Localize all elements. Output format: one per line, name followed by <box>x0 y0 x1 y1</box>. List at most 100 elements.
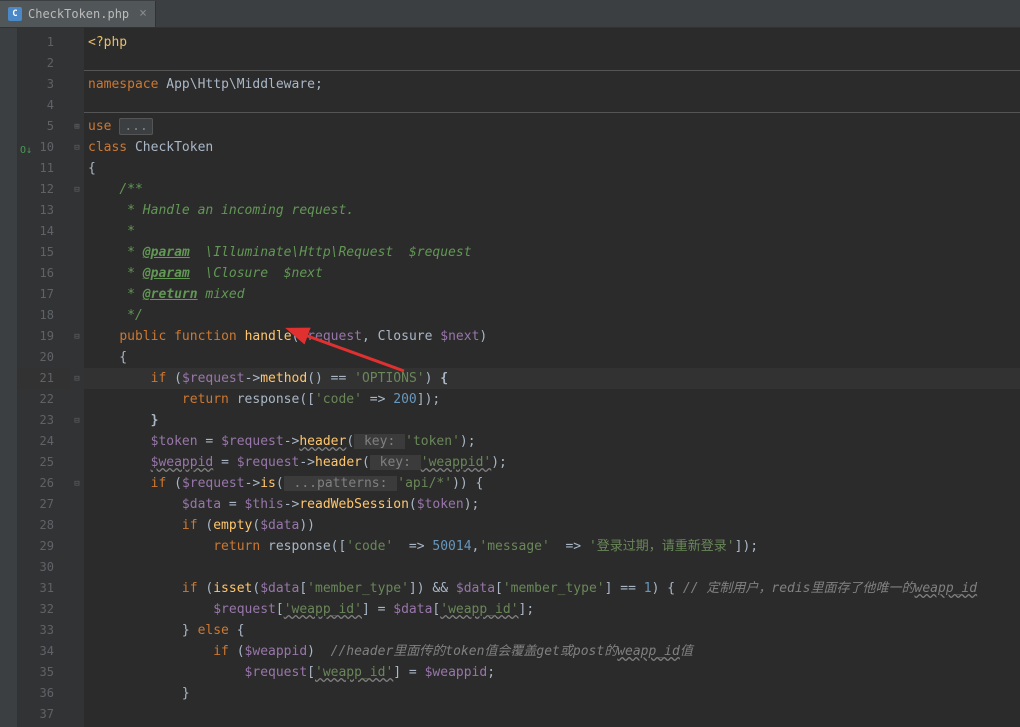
fold-icon <box>70 347 84 368</box>
code-line[interactable]: public function handle($request, Closure… <box>84 326 1020 347</box>
code-line[interactable] <box>84 95 1020 116</box>
line-number[interactable]: 13 <box>18 200 70 221</box>
line-number[interactable]: 19 <box>18 326 70 347</box>
fold-icon[interactable]: ⊟ <box>70 137 84 158</box>
code-line[interactable]: $data = $this->readWebSession($token); <box>84 494 1020 515</box>
code-line[interactable]: * @param \Illuminate\Http\Request $reque… <box>84 242 1020 263</box>
line-number[interactable]: 25 <box>18 452 70 473</box>
code-line[interactable]: namespace App\Http\Middleware; <box>84 74 1020 95</box>
code-line[interactable]: * @return mixed <box>84 284 1020 305</box>
code-line[interactable]: if ($request->is( ...patterns: 'api/*'))… <box>84 473 1020 494</box>
fold-icon[interactable]: ⊟ <box>70 473 84 494</box>
fold-icon <box>70 200 84 221</box>
separator <box>84 112 1020 113</box>
line-number[interactable]: 20 <box>18 347 70 368</box>
code-line[interactable]: $request['weapp_id'] = $data['weapp_id']… <box>84 599 1020 620</box>
code-line[interactable]: return response(['code' => 50014,'messag… <box>84 536 1020 557</box>
fold-icon <box>70 662 84 683</box>
fold-icon <box>70 494 84 515</box>
fold-icon <box>70 32 84 53</box>
fold-icon[interactable]: ⊟ <box>70 179 84 200</box>
line-number[interactable]: 35 <box>18 662 70 683</box>
code-line[interactable]: * @param \Closure $next <box>84 263 1020 284</box>
code-line[interactable]: if (empty($data)) <box>84 515 1020 536</box>
code-line[interactable]: class CheckToken <box>84 137 1020 158</box>
fold-icon <box>70 263 84 284</box>
line-number[interactable]: 29 <box>18 536 70 557</box>
code-line[interactable]: 💡 if ($request->method() == 'OPTIONS') { <box>84 368 1020 389</box>
tab-checktoken[interactable]: C CheckToken.php × <box>0 1 156 27</box>
code-area[interactable]: <?php namespace App\Http\Middleware; use… <box>84 28 1020 727</box>
code-line[interactable]: */ <box>84 305 1020 326</box>
code-line[interactable]: } else { <box>84 620 1020 641</box>
fold-icon <box>70 284 84 305</box>
code-line[interactable] <box>84 557 1020 578</box>
left-strip <box>0 28 18 727</box>
line-number[interactable]: 15 <box>18 242 70 263</box>
line-number[interactable]: 32 <box>18 599 70 620</box>
code-line[interactable]: use ... <box>84 116 1020 137</box>
code-line[interactable]: $weappid = $request->header( key: 'weapp… <box>84 452 1020 473</box>
code-line[interactable]: } <box>84 683 1020 704</box>
code-line[interactable]: /** <box>84 179 1020 200</box>
line-number[interactable]: 26 <box>18 473 70 494</box>
line-number[interactable]: 5 <box>18 116 70 137</box>
line-number[interactable]: 23 <box>18 410 70 431</box>
line-number[interactable]: 11 <box>18 158 70 179</box>
code-line[interactable]: * <box>84 221 1020 242</box>
folded-code[interactable]: ... <box>119 118 152 135</box>
code-line[interactable]: if ($weappid) //header里面传的token值会覆盖get或p… <box>84 641 1020 662</box>
line-number[interactable]: 21 <box>18 368 70 389</box>
code-line[interactable]: $token = $request->header( key: 'token')… <box>84 431 1020 452</box>
fold-icon <box>70 704 84 725</box>
fold-icon[interactable]: ⊟ <box>70 326 84 347</box>
line-number[interactable]: 12 <box>18 179 70 200</box>
code-line[interactable]: if (isset($data['member_type']) && $data… <box>84 578 1020 599</box>
fold-icon <box>70 599 84 620</box>
line-number[interactable]: 37 <box>18 704 70 725</box>
line-number[interactable]: 17 <box>18 284 70 305</box>
line-number[interactable]: 28 <box>18 515 70 536</box>
line-number[interactable]: 18 <box>18 305 70 326</box>
line-number[interactable]: 31 <box>18 578 70 599</box>
fold-icon[interactable]: ⊟ <box>70 410 84 431</box>
line-number[interactable]: 34 <box>18 641 70 662</box>
line-number[interactable]: 22 <box>18 389 70 410</box>
line-number[interactable]: 30 <box>18 557 70 578</box>
code-line[interactable] <box>84 704 1020 725</box>
fold-icon <box>70 221 84 242</box>
line-number[interactable]: 3 <box>18 74 70 95</box>
code-line[interactable]: $request['weapp_id'] = $weappid; <box>84 662 1020 683</box>
code-line[interactable]: return response(['code' => 200]); <box>84 389 1020 410</box>
fold-icon <box>70 158 84 179</box>
code-line[interactable]: { <box>84 347 1020 368</box>
fold-column: ⊞ ⊟ ⊟ ⊟ ⊟ ⊟ ⊟ <box>70 28 84 727</box>
line-number[interactable]: 33 <box>18 620 70 641</box>
fold-icon <box>70 620 84 641</box>
line-number[interactable]: 24 <box>18 431 70 452</box>
fold-icon[interactable]: ⊞ <box>70 116 84 137</box>
code-line[interactable]: * Handle an incoming request. <box>84 200 1020 221</box>
line-number[interactable]: 36 <box>18 683 70 704</box>
code-line[interactable]: <?php <box>84 32 1020 53</box>
fold-icon <box>70 95 84 116</box>
code-line[interactable] <box>84 53 1020 74</box>
fold-icon <box>70 431 84 452</box>
line-number[interactable]: 2 <box>18 53 70 74</box>
close-icon[interactable]: × <box>139 6 147 21</box>
line-number[interactable]: 14 <box>18 221 70 242</box>
fold-icon <box>70 305 84 326</box>
fold-icon <box>70 53 84 74</box>
line-number[interactable]: 1 <box>18 32 70 53</box>
line-gutter: 1 2 3 4 5 O↓10 11 12 13 14 15 16 17 18 1… <box>18 28 70 727</box>
fold-icon <box>70 242 84 263</box>
code-line[interactable]: } <box>84 410 1020 431</box>
line-number[interactable]: 16 <box>18 263 70 284</box>
fold-icon[interactable]: ⊟ <box>70 368 84 389</box>
line-number[interactable]: 4 <box>18 95 70 116</box>
line-number[interactable]: O↓10 <box>18 137 70 158</box>
line-number[interactable]: 27 <box>18 494 70 515</box>
code-line[interactable]: { <box>84 158 1020 179</box>
fold-icon <box>70 515 84 536</box>
tab-label: CheckToken.php <box>28 7 129 21</box>
